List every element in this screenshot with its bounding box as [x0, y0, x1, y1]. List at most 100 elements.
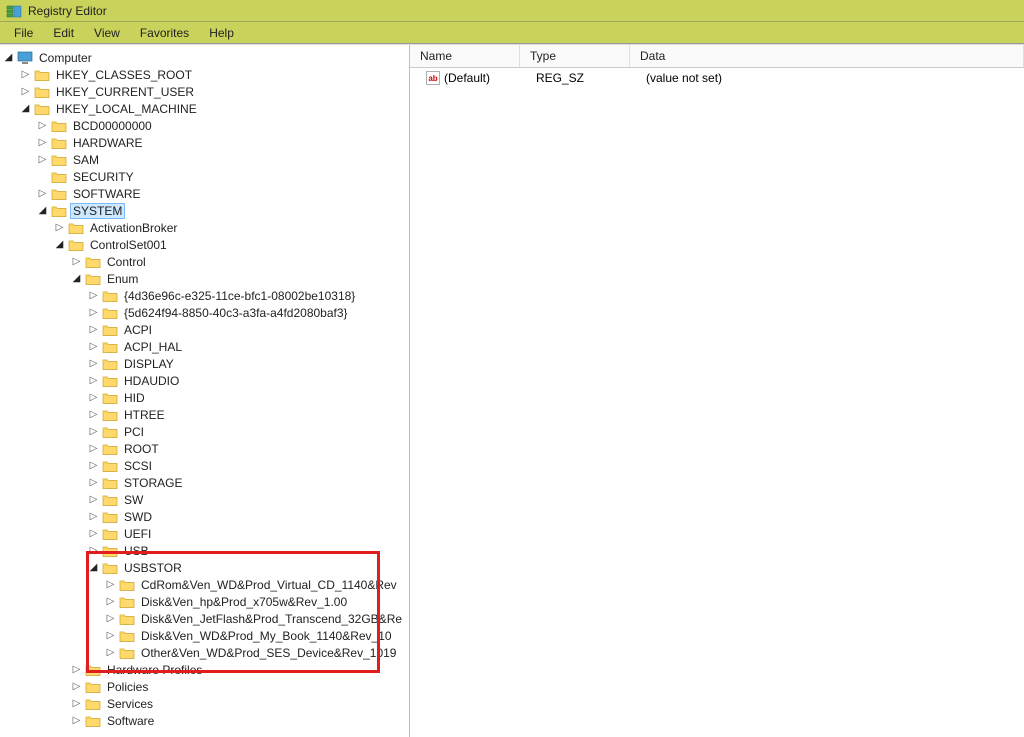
expander-icon[interactable]: ▷	[87, 544, 100, 557]
tree-item-acpi[interactable]: ▷ ACPI	[87, 321, 409, 338]
folder-icon	[68, 238, 84, 252]
tree-label: PCI	[122, 425, 146, 439]
tree-item-acpihal[interactable]: ▷ ACPI_HAL	[87, 338, 409, 355]
tree-item-security[interactable]: SECURITY	[36, 168, 409, 185]
expander-icon[interactable]: ▷	[87, 374, 100, 387]
tree-item-hardware[interactable]: ▷ HARDWARE	[36, 134, 409, 151]
menu-view[interactable]: View	[84, 24, 130, 42]
tree-item-control[interactable]: ▷ Control	[70, 253, 409, 270]
tree-item-usb[interactable]: ▷ USB	[87, 542, 409, 559]
tree-item-sw[interactable]: ▷ SW	[87, 491, 409, 508]
tree-item-hdaudio[interactable]: ▷ HDAUDIO	[87, 372, 409, 389]
column-data[interactable]: Data	[630, 45, 1024, 67]
menu-help[interactable]: Help	[199, 24, 244, 42]
column-name[interactable]: Name	[410, 45, 520, 67]
folder-icon	[119, 646, 135, 660]
expander-icon[interactable]: ▷	[70, 714, 83, 727]
tree-label: Computer	[37, 51, 94, 65]
expander-icon[interactable]: ▷	[87, 425, 100, 438]
menu-file[interactable]: File	[4, 24, 43, 42]
tree-item-hid[interactable]: ▷ HID	[87, 389, 409, 406]
expander-icon[interactable]: ▷	[87, 323, 100, 336]
tree-item-scsi[interactable]: ▷ SCSI	[87, 457, 409, 474]
expander-icon[interactable]: ▷	[19, 85, 32, 98]
tree-item-software[interactable]: ▷ SOFTWARE	[36, 185, 409, 202]
expander-icon[interactable]: ▷	[87, 340, 100, 353]
tree-item-activationbroker[interactable]: ▷ ActivationBroker	[53, 219, 409, 236]
tree-item-system[interactable]: ◢ SYSTEM	[36, 202, 409, 219]
expander-icon[interactable]: ◢	[2, 51, 15, 64]
tree-item-storage[interactable]: ▷ STORAGE	[87, 474, 409, 491]
menu-edit[interactable]: Edit	[43, 24, 84, 42]
expander-icon[interactable]: ▷	[53, 221, 66, 234]
column-type[interactable]: Type	[520, 45, 630, 67]
tree-item-display[interactable]: ▷ DISPLAY	[87, 355, 409, 372]
folder-icon	[85, 680, 101, 694]
expander-icon[interactable]: ▷	[104, 629, 117, 642]
expander-icon[interactable]: ▷	[36, 187, 49, 200]
tree-pane[interactable]: ◢ Computer ▷ HKEY_CLASSES_ROOT ▷ HKEY_CU…	[0, 45, 410, 737]
tree-item-hwprofiles[interactable]: ▷ Hardware Profiles	[70, 661, 409, 678]
expander-icon[interactable]: ▷	[87, 527, 100, 540]
expander-icon[interactable]: ▷	[70, 680, 83, 693]
expander-icon[interactable]: ▷	[87, 442, 100, 455]
tree-item-policies[interactable]: ▷ Policies	[70, 678, 409, 695]
value-row[interactable]: ab (Default) REG_SZ (value not set)	[410, 70, 1024, 86]
expander-icon[interactable]: ▷	[70, 697, 83, 710]
tree-item-bcd[interactable]: ▷ BCD00000000	[36, 117, 409, 134]
expander-icon[interactable]: ▷	[36, 153, 49, 166]
tree-item-ustor1[interactable]: ▷ CdRom&Ven_WD&Prod_Virtual_CD_1140&Rev	[104, 576, 409, 593]
expander-icon[interactable]: ▷	[87, 476, 100, 489]
tree-item-hkcu[interactable]: ▷ HKEY_CURRENT_USER	[19, 83, 409, 100]
expander-icon[interactable]: ◢	[70, 272, 83, 285]
expander-icon[interactable]: ▷	[87, 357, 100, 370]
tree-item-pci[interactable]: ▷ PCI	[87, 423, 409, 440]
tree-label: Control	[105, 255, 148, 269]
expander-icon[interactable]: ▷	[87, 306, 100, 319]
tree-item-swd[interactable]: ▷ SWD	[87, 508, 409, 525]
folder-icon	[102, 323, 118, 337]
folder-icon	[119, 595, 135, 609]
expander-icon[interactable]: ▷	[19, 68, 32, 81]
expander-icon[interactable]: ◢	[36, 204, 49, 217]
tree-item-services[interactable]: ▷ Services	[70, 695, 409, 712]
expander-icon[interactable]: ▷	[87, 493, 100, 506]
tree-item-usbstor[interactable]: ◢ USBSTOR	[87, 559, 409, 576]
expander-icon[interactable]: ▷	[87, 408, 100, 421]
expander-icon[interactable]: ▷	[36, 136, 49, 149]
tree-item-hkcr[interactable]: ▷ HKEY_CLASSES_ROOT	[19, 66, 409, 83]
expander-icon[interactable]: ▷	[104, 578, 117, 591]
tree-item-root[interactable]: ◢ Computer	[2, 49, 409, 66]
tree-item-uefi[interactable]: ▷ UEFI	[87, 525, 409, 542]
expander-icon[interactable]: ◢	[87, 561, 100, 574]
tree-item-guid2[interactable]: ▷ {5d624f94-8850-40c3-a3fa-a4fd2080baf3}	[87, 304, 409, 321]
list-body[interactable]: ab (Default) REG_SZ (value not set)	[410, 68, 1024, 737]
menu-favorites[interactable]: Favorites	[130, 24, 199, 42]
expander-icon[interactable]: ▷	[104, 612, 117, 625]
tree-item-hklm[interactable]: ◢ HKEY_LOCAL_MACHINE	[19, 100, 409, 117]
expander-icon[interactable]: ▷	[87, 289, 100, 302]
expander-icon[interactable]: ▷	[87, 391, 100, 404]
expander-icon[interactable]: ◢	[53, 238, 66, 251]
tree-item-ustor5[interactable]: ▷ Other&Ven_WD&Prod_SES_Device&Rev_1019	[104, 644, 409, 661]
expander-icon[interactable]: ▷	[36, 119, 49, 132]
tree-item-csoftware[interactable]: ▷ Software	[70, 712, 409, 729]
expander-icon[interactable]: ▷	[87, 459, 100, 472]
expander-icon[interactable]: ▷	[70, 663, 83, 676]
tree-item-htree[interactable]: ▷ HTREE	[87, 406, 409, 423]
tree-item-guid1[interactable]: ▷ {4d36e96c-e325-11ce-bfc1-08002be10318}	[87, 287, 409, 304]
expander-icon[interactable]: ▷	[104, 646, 117, 659]
tree-item-ustor2[interactable]: ▷ Disk&Ven_hp&Prod_x705w&Rev_1.00	[104, 593, 409, 610]
expander-icon[interactable]: ▷	[87, 510, 100, 523]
tree-item-rroot[interactable]: ▷ ROOT	[87, 440, 409, 457]
tree-item-enum[interactable]: ◢ Enum	[70, 270, 409, 287]
tree-item-ustor4[interactable]: ▷ Disk&Ven_WD&Prod_My_Book_1140&Rev_10	[104, 627, 409, 644]
tree-item-controlset001[interactable]: ◢ ControlSet001	[53, 236, 409, 253]
tree-label: UEFI	[122, 527, 153, 541]
tree-item-sam[interactable]: ▷ SAM	[36, 151, 409, 168]
expander-icon[interactable]: ▷	[70, 255, 83, 268]
window-title: Registry Editor	[28, 4, 107, 18]
expander-icon[interactable]: ▷	[104, 595, 117, 608]
tree-item-ustor3[interactable]: ▷ Disk&Ven_JetFlash&Prod_Transcend_32GB&…	[104, 610, 409, 627]
expander-icon[interactable]: ◢	[19, 102, 32, 115]
